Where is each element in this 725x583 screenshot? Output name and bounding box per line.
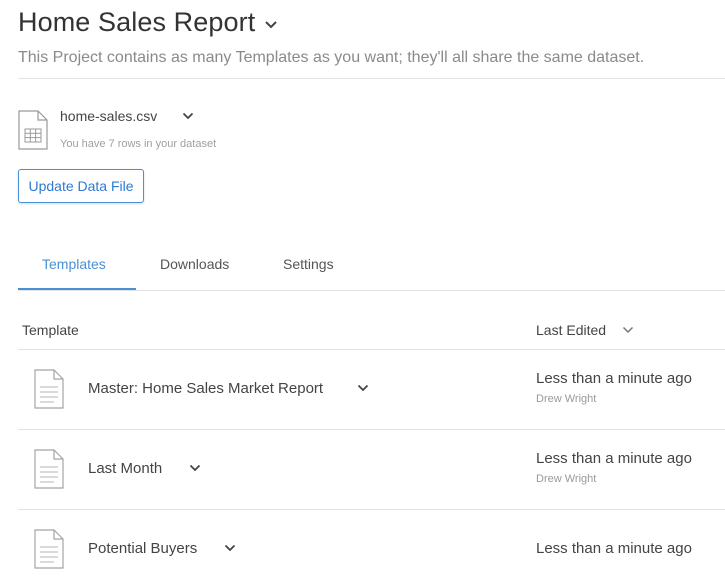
dataset-file-name: home-sales.csv bbox=[60, 108, 158, 124]
last-edited-user: Drew Wright bbox=[536, 473, 597, 485]
last-edited-user: Drew Wright bbox=[536, 393, 597, 405]
header-divider bbox=[18, 78, 725, 79]
csv-file-icon bbox=[18, 110, 48, 150]
tabs-divider bbox=[18, 290, 725, 291]
tab-templates[interactable]: Templates bbox=[42, 256, 106, 272]
template-name[interactable]: Master: Home Sales Market Report bbox=[88, 380, 323, 397]
table-row[interactable]: Potential Buyers Less than a minute ago bbox=[18, 510, 725, 583]
last-edited-time: Less than a minute ago bbox=[536, 450, 692, 467]
document-icon bbox=[34, 529, 64, 569]
sort-chevron-icon[interactable] bbox=[622, 326, 634, 334]
template-name[interactable]: Last Month bbox=[88, 460, 162, 477]
page-title-text: Home Sales Report bbox=[18, 7, 256, 37]
document-icon bbox=[34, 369, 64, 409]
title-menu-chevron-icon[interactable] bbox=[264, 20, 278, 30]
template-name[interactable]: Potential Buyers bbox=[88, 540, 197, 557]
update-data-file-button[interactable]: Update Data File bbox=[18, 169, 144, 203]
page-title: Home Sales Report bbox=[18, 7, 255, 38]
row-menu-chevron-icon[interactable] bbox=[224, 544, 236, 553]
file-menu-chevron-icon[interactable] bbox=[182, 112, 194, 121]
dataset-row-count: You have 7 rows in your dataset bbox=[60, 138, 217, 150]
last-edited-time: Less than a minute ago bbox=[536, 540, 692, 557]
last-edited-time: Less than a minute ago bbox=[536, 370, 692, 387]
table-row[interactable]: Master: Home Sales Market Report Less th… bbox=[18, 350, 725, 429]
document-icon bbox=[34, 449, 64, 489]
column-header-template: Template bbox=[22, 322, 79, 338]
tab-settings[interactable]: Settings bbox=[283, 256, 334, 272]
column-header-last-edited[interactable]: Last Edited bbox=[536, 322, 606, 338]
row-menu-chevron-icon[interactable] bbox=[357, 384, 369, 393]
page-subtitle: This Project contains as many Templates … bbox=[18, 49, 645, 66]
tab-downloads[interactable]: Downloads bbox=[160, 256, 229, 272]
table-row[interactable]: Last Month Less than a minute ago Drew W… bbox=[18, 430, 725, 509]
row-menu-chevron-icon[interactable] bbox=[189, 464, 201, 473]
